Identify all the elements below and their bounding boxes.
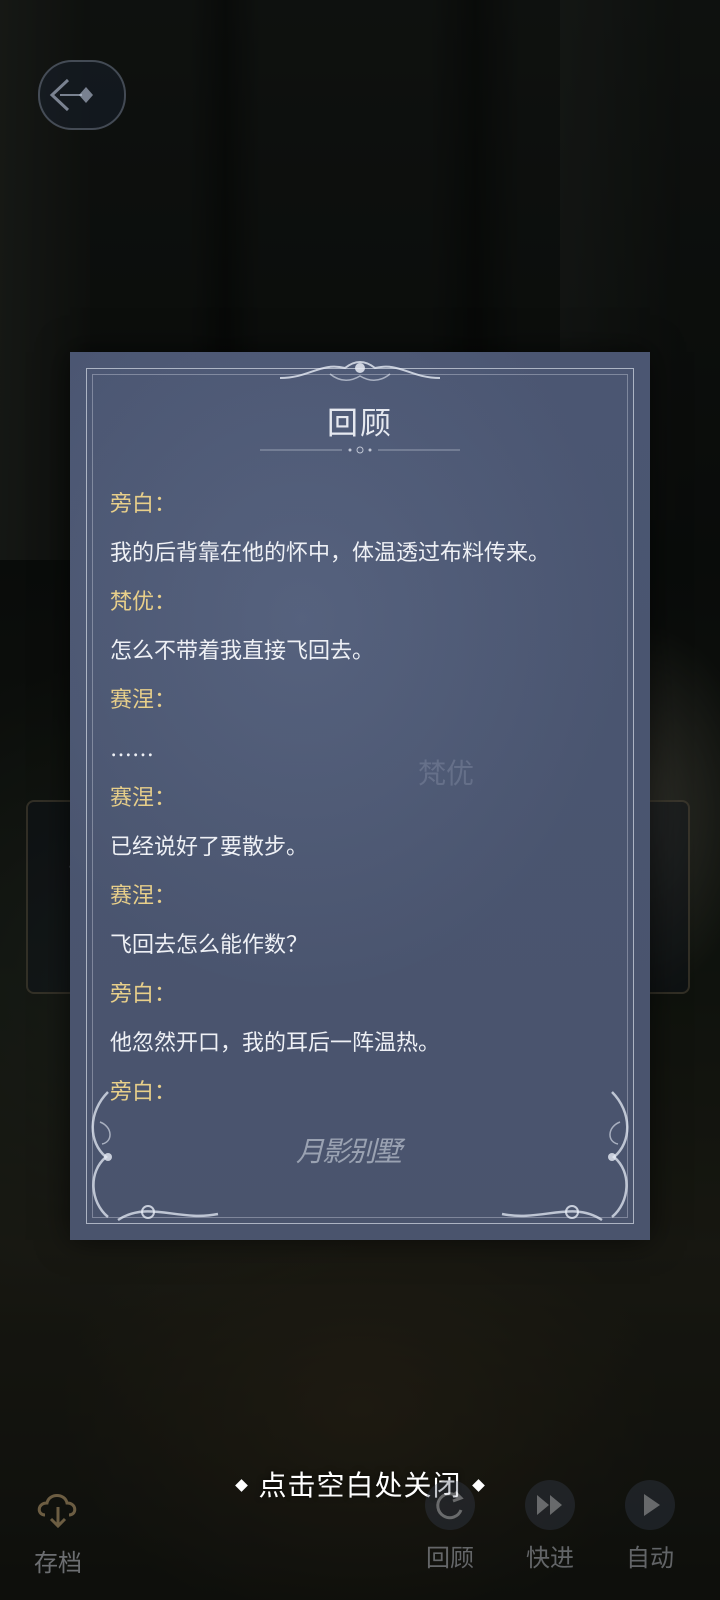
speaker-name: 赛涅： — [110, 688, 177, 713]
dialogue-line: 他忽然开口，我的耳后一阵温热。 — [110, 1031, 441, 1056]
auto-label: 自动 — [626, 1544, 674, 1572]
save-label: 存档 — [34, 1549, 82, 1577]
panel-title: 回顾 — [327, 406, 393, 442]
dialogue-line: 已经说好了要散步。 — [110, 835, 309, 860]
save-icon — [33, 1485, 83, 1535]
title-divider-icon — [260, 446, 460, 454]
speaker-name: 旁白： — [110, 982, 177, 1007]
play-icon — [625, 1480, 675, 1530]
diamond-icon — [235, 1479, 249, 1492]
fast-forward-icon — [525, 1480, 575, 1530]
review-log[interactable]: 旁白： 我的后背靠在他的怀中，体温透过布料传来。 梵优： 怎么不带着我直接飞回去… — [110, 480, 620, 1117]
back-button[interactable] — [38, 60, 126, 130]
log-entry: 旁白： 我的后背靠在他的怀中，体温透过布料传来。 — [110, 480, 620, 578]
fast-forward-button[interactable]: 快进 — [510, 1480, 590, 1573]
dialogue-line: 飞回去怎么能作数？ — [110, 933, 309, 958]
review-panel: 回顾 梵优 旁白： 我的后背靠在他的怀中，体温透过布料传来。 梵优： 怎么不带着… — [70, 352, 650, 1240]
log-entry: 赛涅： …… — [110, 676, 620, 774]
corner-ornament-icon — [501, 1091, 629, 1222]
speaker-name: 赛涅： — [110, 884, 177, 909]
top-ornament-icon — [279, 361, 441, 381]
speaker-name: 赛涅： — [110, 786, 177, 811]
log-entry: 赛涅： 已经说好了要散步。 — [110, 774, 620, 872]
speaker-name: 梵优： — [110, 590, 177, 615]
speaker-name: 旁白： — [110, 492, 177, 517]
dialogue-line: 我的后背靠在他的怀中，体温透过布料传来。 — [110, 541, 551, 566]
review-button[interactable]: 回顾 — [410, 1480, 490, 1573]
game-logo: 月影别墅 — [296, 1135, 402, 1168]
save-button[interactable]: 存档 — [18, 1485, 98, 1578]
log-entry: 旁白： 他忽然开口，我的耳后一阵温热。 — [110, 970, 620, 1068]
dialogue-line: 怎么不带着我直接飞回去。 — [110, 639, 375, 664]
back-arrow-icon — [49, 78, 93, 112]
fast-forward-label: 快进 — [526, 1544, 574, 1572]
log-entry: 梵优： 怎么不带着我直接飞回去。 — [110, 578, 620, 676]
dialogue-line: …… — [110, 737, 154, 762]
auto-button[interactable]: 自动 — [610, 1480, 690, 1573]
corner-ornament-icon — [91, 1091, 219, 1222]
review-icon — [425, 1480, 475, 1530]
review-label: 回顾 — [426, 1544, 474, 1572]
log-entry: 赛涅： 飞回去怎么能作数？ — [110, 872, 620, 970]
